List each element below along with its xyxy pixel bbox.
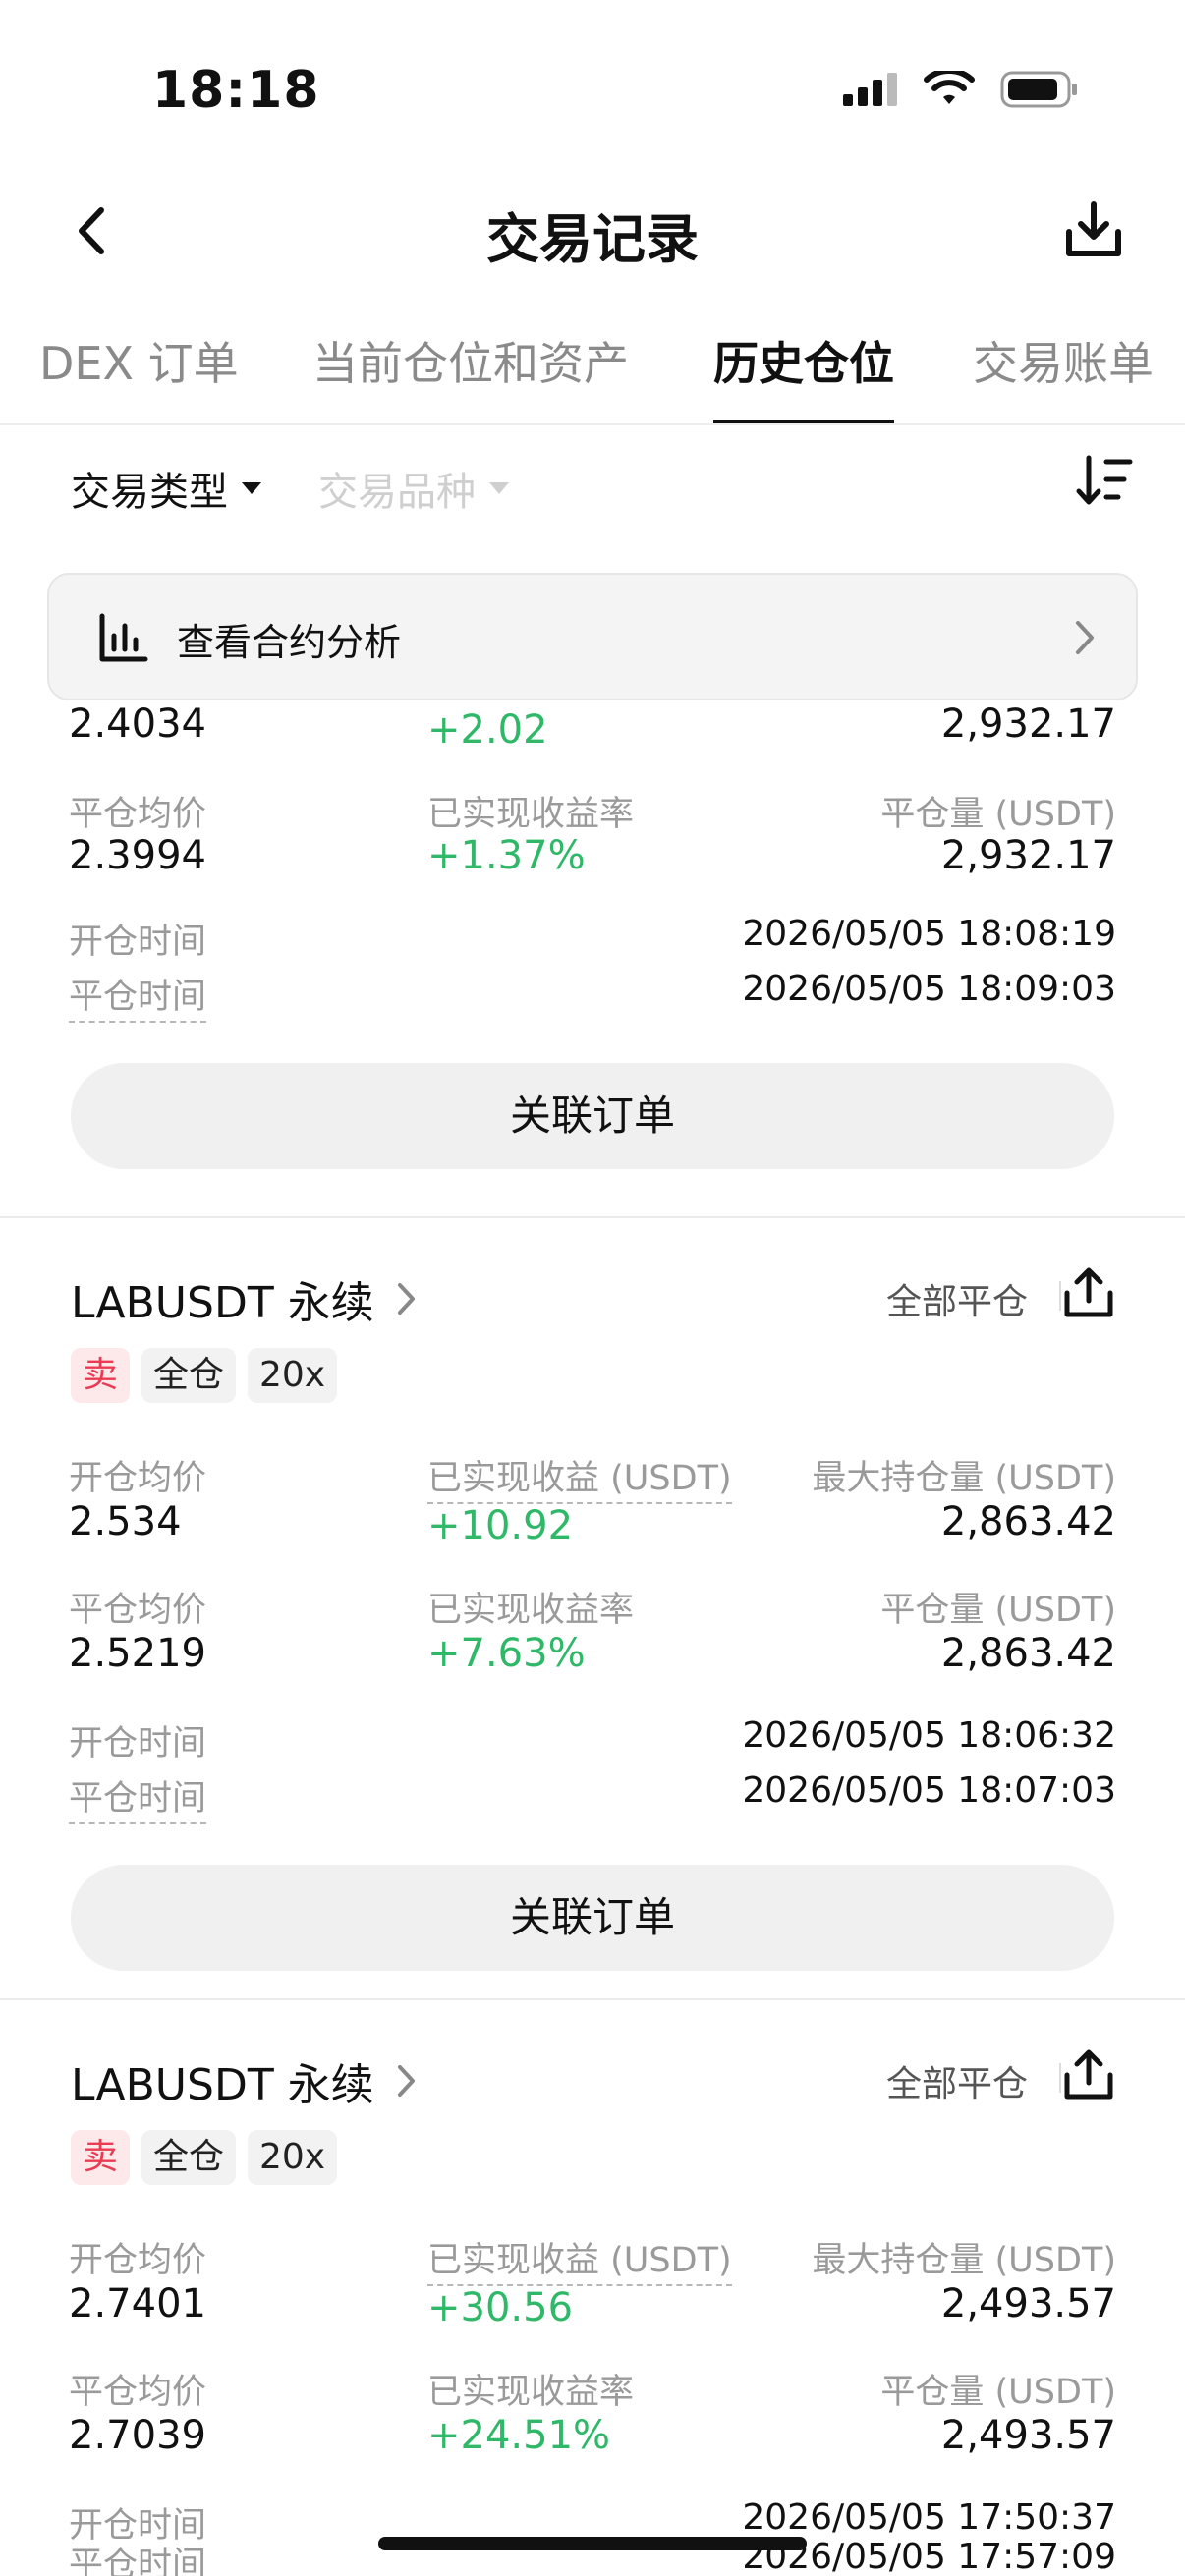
sort-button[interactable] [1075,452,1134,511]
realized-rate-label: 已实现收益率 [427,795,635,834]
sort-icon [1076,455,1133,505]
download-button[interactable] [1059,196,1128,264]
caret-down-icon [242,482,261,494]
linked-orders-button[interactable]: 关联订单 [71,1063,1114,1169]
position-card: 2.4034 +2.02 2,932.17 平仓均价 已实现收益率 平仓量 (U… [0,688,1185,1218]
close-time-value: 2026/05/05 18:09:03 [742,969,1116,1009]
tab-dex-orders[interactable]: DEX 订单 [39,328,239,423]
tab-bar: DEX 订单 当前仓位和资产 历史仓位 交易账单 [0,314,1185,425]
realized-pnl-label[interactable]: 已实现收益 (USDT) [427,1450,732,1504]
margin-mode-tag: 全仓 [141,1348,237,1403]
page-title: 交易记录 [486,208,699,270]
chevron-right-icon [397,2065,415,2097]
close-all-button[interactable]: 全部平仓 [886,1273,1028,1324]
close-time-label[interactable]: 平仓时间 [69,2537,206,2576]
position-card: LABUSDT 永续 全部平仓 卖 全仓 20x 开仓均价 已实现收益 (USD… [0,1218,1185,2000]
chevron-right-icon [397,1283,415,1315]
battery-icon [1000,71,1077,108]
leverage-tag: 20x [248,1348,338,1403]
margin-mode-tag: 全仓 [141,2130,237,2185]
open-avg-value: 2.7401 [69,2281,206,2326]
close-amount-label: 平仓量 (USDT) [880,1591,1116,1630]
realized-pnl-value: +30.56 [427,2285,574,2330]
realized-pnl-value: +10.92 [427,1503,574,1548]
trade-symbol-label: 交易品种 [318,470,476,515]
close-amount-value: 2,932.17 [940,833,1116,878]
home-indicator[interactable] [378,2537,807,2550]
symbol-name: LABUSDT 永续 [71,1278,374,1328]
close-all-button[interactable]: 全部平仓 [886,2055,1028,2106]
leverage-tag: 20x [248,2130,338,2185]
trade-records-screen: 18:18 交易记录 DEX 订单 当前仓位和资产 历史仓位 交易账单 交易类型… [0,0,1185,2576]
trade-type-filter[interactable]: 交易类型 [71,460,261,517]
max-position-value: 2,932.17 [940,701,1116,747]
close-amount-label: 平仓量 (USDT) [880,795,1116,834]
open-time-value: 2026/05/05 18:06:32 [742,1715,1116,1756]
open-time-label: 开仓时间 [69,923,207,962]
nav-header: 交易记录 [0,172,1185,290]
open-avg-label: 开仓均价 [69,2241,207,2280]
side-tag: 卖 [71,1348,131,1403]
max-position-value: 2,493.57 [940,2281,1116,2326]
close-avg-value: 2.7039 [69,2413,206,2458]
share-button[interactable] [1061,2047,1116,2102]
side-tag: 卖 [71,2130,131,2185]
filter-bar: 交易类型 交易品种 [0,452,1185,521]
chevron-right-icon [1076,621,1094,654]
share-button[interactable] [1061,1265,1116,1320]
status-icons [843,71,1079,108]
symbol-link[interactable]: LABUSDT 永续 [71,1267,418,1330]
tab-trade-bills[interactable]: 交易账单 [973,328,1154,423]
open-avg-label: 开仓均价 [69,1459,207,1498]
close-avg-label: 平仓均价 [69,2373,207,2412]
open-avg-value: 2.4034 [69,701,206,747]
open-avg-value: 2.534 [69,1499,182,1544]
status-bar: 18:18 [0,0,1185,172]
open-time-value: 2026/05/05 17:50:37 [742,2497,1116,2538]
status-time: 18:18 [152,61,320,120]
tab-current-positions[interactable]: 当前仓位和资产 [312,328,629,423]
realized-rate-value: +1.37% [427,833,586,878]
realized-pnl-label[interactable]: 已实现收益 (USDT) [427,2232,732,2286]
max-position-label: 最大持仓量 (USDT) [812,2241,1116,2280]
symbol-link[interactable]: LABUSDT 永续 [71,2049,418,2112]
analysis-label: 查看合约分析 [177,621,402,664]
close-avg-label: 平仓均价 [69,795,207,834]
open-time-label: 开仓时间 [69,1724,207,1764]
caret-down-icon [489,482,509,494]
realized-rate-value: +24.51% [427,2413,611,2458]
positions-list[interactable]: 2.4034 +2.02 2,932.17 平仓均价 已实现收益率 平仓量 (U… [0,688,1185,2576]
close-time-label[interactable]: 平仓时间 [69,969,207,1023]
max-position-label: 最大持仓量 (USDT) [812,1459,1116,1498]
symbol-name: LABUSDT 永续 [71,2060,374,2110]
close-avg-value: 2.3994 [69,833,206,878]
realized-rate-value: +7.63% [427,1631,586,1676]
max-position-value: 2,863.42 [940,1499,1116,1544]
realized-pnl-value: +2.02 [427,707,548,753]
signal-icon [843,73,897,106]
open-time-value: 2026/05/05 18:08:19 [742,914,1116,954]
close-avg-value: 2.5219 [69,1631,206,1676]
contract-analysis-banner[interactable]: 查看合约分析 [47,573,1138,700]
position-card: LABUSDT 永续 全部平仓 卖 全仓 20x 开仓均价 已实现收益 (USD… [0,2000,1185,2576]
tab-history-positions[interactable]: 历史仓位 [713,328,894,423]
linked-orders-button[interactable]: 关联订单 [71,1865,1114,1971]
wifi-icon [924,71,975,104]
download-icon [1066,201,1121,256]
trade-symbol-filter[interactable]: 交易品种 [318,460,509,517]
close-avg-label: 平仓均价 [69,1591,207,1630]
trade-type-label: 交易类型 [71,470,228,515]
close-time-label[interactable]: 平仓时间 [69,1770,207,1824]
share-icon [1064,1267,1113,1317]
tab-fade [1146,314,1185,423]
close-amount-label: 平仓量 (USDT) [880,2373,1116,2412]
realized-rate-label: 已实现收益率 [427,1591,635,1630]
close-amount-value: 2,863.42 [940,1631,1116,1676]
close-time-value: 2026/05/05 18:07:03 [742,1770,1116,1811]
close-amount-value: 2,493.57 [940,2413,1116,2458]
realized-rate-label: 已实现收益率 [427,2373,635,2412]
bar-chart-icon [99,613,148,662]
share-icon [1064,2049,1113,2100]
